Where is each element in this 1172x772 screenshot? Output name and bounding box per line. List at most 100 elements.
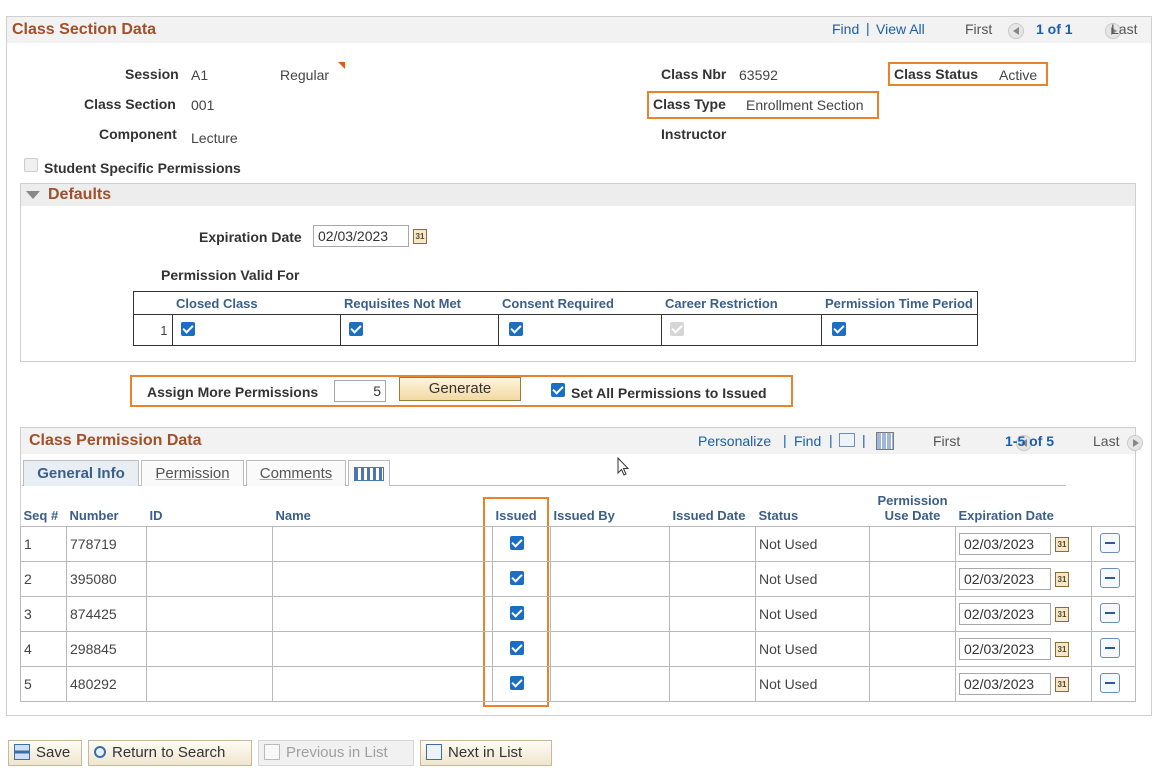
- calendar-icon[interactable]: 31: [413, 229, 427, 244]
- view-all-link[interactable]: View All: [876, 21, 925, 37]
- columns-icon: [354, 467, 384, 482]
- row-count-2: 1-5 of 5: [1005, 433, 1055, 449]
- expiration-date-label: Expiration Date: [199, 229, 302, 245]
- personalize-link[interactable]: Personalize: [698, 433, 771, 449]
- set-all-issued-checkbox[interactable]: [551, 383, 565, 397]
- pv-col-rownum: [133, 291, 172, 315]
- first-label-2[interactable]: First: [933, 433, 960, 449]
- student-specific-checkbox[interactable]: [24, 158, 38, 172]
- time-period-checkbox[interactable]: [831, 322, 846, 336]
- nav-separator-2: |: [783, 432, 787, 448]
- save-icon: [14, 743, 30, 760]
- row-issued-date: [669, 525, 756, 562]
- expiration-date-input[interactable]: 02/03/2023: [313, 225, 409, 247]
- pv-col-career: Career Restriction: [661, 291, 821, 315]
- permission-data-title: Class Permission Data: [29, 432, 202, 449]
- tab-comments[interactable]: Comments: [246, 460, 346, 486]
- row-status: Not Used: [755, 595, 870, 632]
- nav-separator: |: [866, 20, 870, 36]
- return-to-search-button[interactable]: Return to Search: [88, 740, 252, 766]
- generate-button[interactable]: Generate: [399, 377, 521, 401]
- row-action: [1091, 665, 1136, 702]
- class-status-label: Class Status: [894, 66, 979, 82]
- row-action: [1091, 630, 1136, 667]
- row-expiration-input[interactable]: 02/03/2023: [959, 532, 1051, 555]
- row-status: Not Used: [755, 665, 870, 702]
- issued-checkbox[interactable]: [510, 570, 524, 585]
- row-number: 874425: [66, 595, 147, 632]
- calendar-icon[interactable]: 31: [1055, 571, 1069, 587]
- tab-general-info[interactable]: General Info: [23, 460, 139, 486]
- find-link-2[interactable]: Find: [794, 433, 821, 449]
- next-arrow-icon-2[interactable]: [1126, 435, 1143, 452]
- row-expiration-input[interactable]: 02/03/2023: [959, 567, 1051, 590]
- row-issued: [492, 595, 551, 632]
- issued-checkbox[interactable]: [510, 535, 524, 550]
- class-nbr-label: Class Nbr: [661, 66, 727, 82]
- session-type: Regular: [280, 67, 330, 83]
- next-list-icon: [426, 743, 442, 760]
- permission-valid-table: Closed Class Requisites Not Met Consent …: [133, 291, 978, 346]
- row-issued-by: [550, 560, 670, 597]
- row-seq: 4: [20, 630, 67, 667]
- issued-checkbox[interactable]: [510, 605, 524, 620]
- show-all-columns-icon[interactable]: [348, 460, 390, 486]
- row-expiration: 02/03/2023 31: [955, 525, 1092, 562]
- collapse-triangle-icon[interactable]: [26, 191, 40, 199]
- calendar-icon[interactable]: 31: [1055, 536, 1069, 552]
- row-issued: [492, 525, 551, 562]
- row-issued-by: [550, 595, 670, 632]
- assign-count-input[interactable]: 5: [334, 380, 386, 402]
- row-expiration-input[interactable]: 02/03/2023: [959, 637, 1051, 660]
- col-action: [1092, 490, 1136, 526]
- delete-row-icon[interactable]: [1100, 567, 1120, 588]
- row-use-date: [869, 595, 956, 632]
- download-grid-icon[interactable]: [876, 432, 894, 450]
- row-status: Not Used: [755, 630, 870, 667]
- issued-checkbox[interactable]: [510, 675, 524, 690]
- delete-row-icon[interactable]: [1100, 637, 1120, 658]
- requisites-checkbox[interactable]: [348, 322, 363, 336]
- calendar-icon[interactable]: 31: [1055, 676, 1069, 692]
- col-id: ID: [149, 507, 163, 523]
- previous-in-list-button: Previous in List: [258, 740, 414, 766]
- col-seq: Seq #: [23, 507, 59, 523]
- pv-col-consent: Consent Required: [498, 291, 661, 315]
- calendar-icon[interactable]: 31: [1055, 606, 1069, 622]
- class-status-value: Active: [999, 67, 1038, 83]
- save-button[interactable]: Save: [8, 740, 82, 766]
- session-flag-icon: [338, 62, 345, 69]
- last-label[interactable]: Last: [1111, 21, 1137, 37]
- pv-cell-closed: [171, 314, 341, 346]
- col-status: Status: [758, 507, 799, 523]
- set-all-issued-label: Set All Permissions to Issued: [571, 385, 767, 401]
- previous-in-list-label: Previous in List: [286, 744, 388, 761]
- delete-row-icon[interactable]: [1100, 672, 1120, 693]
- row-expiration-input[interactable]: 02/03/2023: [959, 672, 1051, 695]
- next-in-list-button[interactable]: Next in List: [420, 740, 552, 766]
- table-row: 2 395080 Not Used 02/03/2023 31: [20, 560, 1136, 597]
- defaults-title[interactable]: Defaults: [48, 186, 111, 204]
- component-value: Lecture: [191, 130, 238, 146]
- component-label: Component: [99, 126, 177, 142]
- first-label[interactable]: First: [965, 21, 992, 37]
- row-seq: 1: [20, 525, 67, 562]
- zoom-grid-icon[interactable]: [839, 433, 855, 447]
- row-number: 778719: [66, 525, 147, 562]
- delete-row-icon[interactable]: [1100, 532, 1120, 553]
- col-use-date: Permission Use Date: [877, 492, 948, 523]
- row-number: 480292: [66, 665, 147, 702]
- issued-checkbox[interactable]: [510, 640, 524, 655]
- save-label: Save: [36, 744, 71, 761]
- calendar-icon[interactable]: 31: [1055, 641, 1069, 657]
- class-nbr-value: 63592: [739, 67, 778, 83]
- row-expiration-input[interactable]: 02/03/2023: [959, 602, 1051, 625]
- consent-checkbox[interactable]: [508, 322, 523, 336]
- row-id: [146, 630, 273, 667]
- tab-permission[interactable]: Permission: [141, 460, 244, 486]
- closed-class-checkbox[interactable]: [180, 322, 195, 336]
- find-link[interactable]: Find: [832, 21, 859, 37]
- delete-row-icon[interactable]: [1100, 602, 1120, 623]
- last-label-2[interactable]: Last: [1093, 433, 1119, 449]
- row-name: [272, 560, 493, 597]
